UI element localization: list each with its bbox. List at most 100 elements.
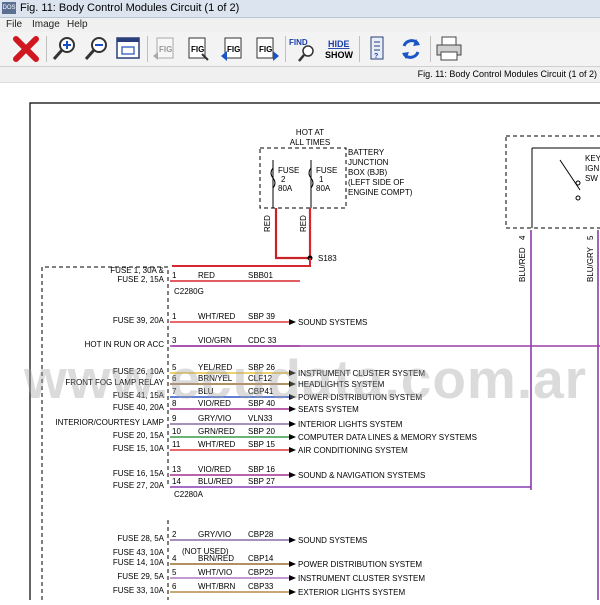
splice-feed	[172, 258, 311, 267]
fuse-b-2: 1	[319, 175, 324, 184]
connector-b-destination: INSTRUMENT CLUSTER SYSTEM	[298, 574, 425, 583]
menu-file[interactable]: File	[6, 19, 22, 30]
find-icon[interactable]: FIND	[288, 34, 318, 64]
connector-a-left-label: FUSE 39, 20A	[113, 316, 165, 325]
toolbar-separator	[430, 36, 431, 62]
connector-a-arrow	[289, 447, 296, 453]
bjb-wire-color-a: RED	[263, 215, 272, 232]
right-wire-color-b: BLU/GRY	[586, 246, 595, 282]
hot-label-1: HOT AT	[296, 128, 324, 137]
connector-a-wire-color: VIO/GRN	[198, 336, 232, 345]
connector-a-row: FUSE 20, 15A 10 GRN/RED SBP 20 COMPUTER DATA…	[113, 427, 477, 442]
connector-a-pin: 3	[172, 336, 177, 345]
previous-figure-icon[interactable]: FIG	[150, 34, 180, 64]
svg-text:SHOW: SHOW	[325, 50, 354, 60]
connector-a-destination: SOUND SYSTEMS	[298, 318, 367, 327]
zoom-in-icon[interactable]	[50, 34, 80, 64]
print-icon[interactable]	[434, 34, 464, 64]
connector-a-destination: COMPUTER DATA LINES & MEMORY SYSTEMS	[298, 433, 477, 442]
connector-a-circuit: SBP 27	[248, 477, 276, 486]
hide-show-icon[interactable]: HIDE SHOW	[324, 34, 356, 64]
figure-forward-icon[interactable]: FIG	[252, 34, 282, 64]
svg-text:FIG: FIG	[259, 45, 272, 54]
title-bar: DOS Fig. 11: Body Control Modules Circui…	[0, 0, 600, 18]
figure-title: Fig. 11: Body Control Modules Circuit (1…	[417, 69, 597, 79]
connector-a-left-label: FUSE 20, 15A	[113, 431, 165, 440]
connector-a-circuit: SBB01	[248, 271, 273, 280]
connector-a-circuit: SBP 15	[248, 440, 276, 449]
connector-a-left-label: FUSE 2, 15A	[117, 275, 164, 284]
connector-a-wire-color: BLU/RED	[198, 477, 233, 486]
fuse-b-1: FUSE	[316, 166, 337, 175]
svg-text:FIND: FIND	[289, 38, 308, 47]
refresh-icon[interactable]	[396, 34, 426, 64]
connector-b-destination: SOUND SYSTEMS	[298, 536, 367, 545]
fit-window-icon[interactable]	[113, 34, 143, 64]
connector-a-row: FUSE 1, 30A &FUSE 2, 15A 1 RED SBB01	[110, 266, 300, 284]
wiring-diagram-canvas: HOT AT ALL TIMES BATTERY JUNCTION BOX (B…	[29, 102, 600, 600]
print-preview-icon[interactable]: ?	[362, 34, 392, 64]
connector-a: C2280G	[174, 287, 204, 296]
toolbar-separator	[285, 36, 286, 62]
key-label-3: SW	[585, 174, 598, 183]
zoom-out-icon[interactable]	[82, 34, 112, 64]
splice-label: S183	[318, 254, 337, 263]
connector-a-wire-color: WHT/RED	[198, 440, 236, 449]
svg-text:?: ?	[374, 53, 378, 60]
connector-b-wire-color: WHT/VIO	[198, 568, 232, 577]
wiring-diagram: HOT AT ALL TIMES BATTERY JUNCTION BOX (B…	[0, 83, 600, 600]
close-icon[interactable]	[11, 34, 41, 64]
connector-b-arrow	[289, 589, 296, 595]
svg-text:HIDE: HIDE	[328, 39, 350, 49]
connector-a-destination: INTERIOR LIGHTS SYSTEM	[298, 420, 403, 429]
fuse-a-3: 80A	[278, 184, 293, 193]
toolbar-separator	[46, 36, 47, 62]
connector-b-arrow	[289, 575, 296, 581]
connector-a-arrow	[289, 472, 296, 478]
connector-a-pin: 14	[172, 477, 181, 486]
right-pin-5: 5	[586, 235, 595, 240]
connector-a-circuit: CDC 33	[248, 336, 277, 345]
connector-a-left-label: FUSE 16, 15A	[113, 469, 165, 478]
connector-b-destination: EXTERIOR LIGHTS SYSTEM	[298, 588, 405, 597]
connector-a-pin: 10	[172, 427, 181, 436]
figure-select-icon[interactable]: FIG	[182, 34, 212, 64]
connector-b-wire-color: WHT/BRN	[198, 582, 236, 591]
connector-b-row: FUSE 28, 5A 2 GRY/VIO CBP28 SOUND SYSTEMS	[117, 530, 367, 545]
connector-a-arrow	[289, 434, 296, 440]
connector-a-destination: AIR CONDITIONING SYSTEM	[298, 446, 408, 455]
connector-a-circuit: SBP 20	[248, 427, 276, 436]
connector-a-row: FUSE 15, 10A 11 WHT/RED SBP 15 AIR CONDITION…	[113, 440, 408, 455]
connector-b-wire-color: GRY/VIO	[198, 530, 231, 539]
connector-b-pin: 5	[172, 568, 177, 577]
connector-b-left-label: FUSE 43, 10A	[113, 548, 165, 557]
connector-a-row: FUSE 27, 20A 14 BLU/RED SBP 27	[113, 477, 300, 490]
menu-image[interactable]: Image	[32, 19, 60, 30]
fuse-a-2: 2	[281, 175, 286, 184]
right-wire-color-a: BLU/RED	[518, 247, 527, 282]
bjb-label-4: (LEFT SIDE OF	[348, 178, 404, 187]
connector-a-wire-color: GRN/RED	[198, 427, 235, 436]
connector-b-circuit: CBP14	[248, 554, 274, 563]
figure-header: Fig. 11: Body Control Modules Circuit (1…	[0, 67, 600, 83]
connector-b-pin: 4	[172, 554, 177, 563]
connector-a-left-label: FUSE 1, 30A &	[110, 266, 164, 275]
bjb-label-5: ENGINE COMPT)	[348, 188, 413, 197]
toolbar-separator	[359, 36, 360, 62]
connector-b-left-label: FUSE 28, 5A	[117, 534, 164, 543]
app-icon: DOS	[2, 2, 16, 14]
hot-label-2: ALL TIMES	[290, 138, 330, 147]
connector-b: C2280A	[174, 490, 204, 499]
window-title: Fig. 11: Body Control Modules Circuit (1…	[20, 2, 240, 14]
connector-b-circuit: CBP29	[248, 568, 274, 577]
connector-a-circuit: SBP 16	[248, 465, 276, 474]
figure-back-icon[interactable]: FIG	[218, 34, 248, 64]
connector-a-wire-color: GRY/VIO	[198, 414, 231, 423]
connector-b-left-label: FUSE 33, 10A	[113, 586, 165, 595]
toolbar-separator	[147, 36, 148, 62]
menu-help[interactable]: Help	[67, 19, 88, 30]
right-pin-4: 4	[518, 235, 527, 240]
connector-a-row: FUSE 39, 20A 1 WHT/RED SBP 39 SOUND SYSTEMS	[113, 312, 367, 327]
connector-a-arrow	[289, 421, 296, 427]
key-label-1: KEY	[585, 154, 600, 163]
